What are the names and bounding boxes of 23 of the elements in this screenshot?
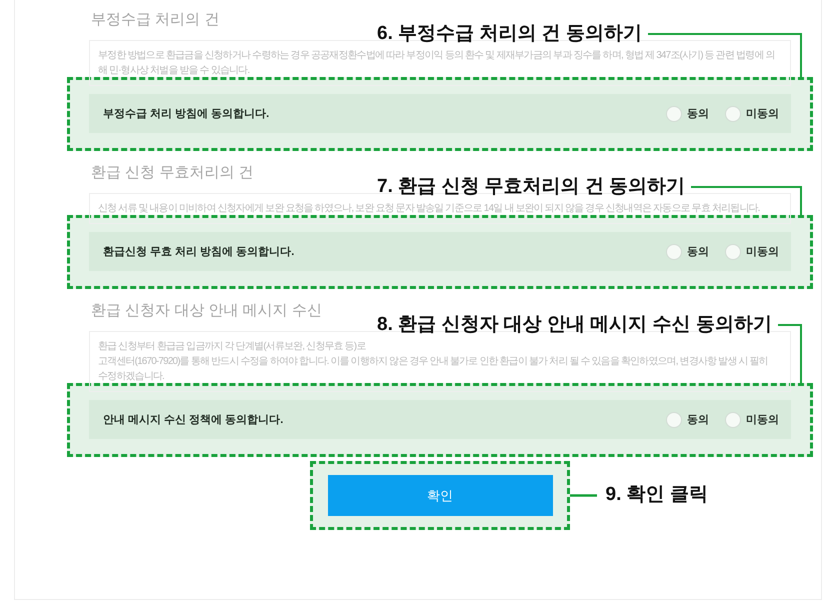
radio-option[interactable]: 동의	[666, 412, 709, 428]
radio-option[interactable]: 동의	[666, 244, 709, 260]
radio-option[interactable]: 미동의	[725, 106, 779, 122]
radio-option[interactable]: 미동의	[725, 244, 779, 260]
notice-text: 신청 서류 및 내용이 미비하여 신청자에게 보완 요청을 하였으나, 보완 요청 문자 발송일 기준으로 14일 내 보완이 되지 않을 경우 신청내역은 자동으로 무효 처리됩니다.	[98, 202, 761, 216]
notice-text: 환급 신청부터 환급금 입금까지 각 단계별(서류보완, 신청무효 등)로	[98, 340, 367, 354]
radio-option[interactable]: 동의	[666, 106, 709, 122]
notice-text: 해 민·형사상 처벌을 받을 수 있습니다.	[98, 64, 250, 78]
notice-text: 부정한 방법으로 환급금을 신청하거나 수령하는 경우 공공재정환수법에 따라 부정이익 등의 환수 및 제재부가금의 부과 징수를 하며, 형법 제 347조(사기) 등 관련 법령에 의	[98, 49, 776, 63]
agreement-text: 환급신청 무효 처리 방침에 동의합니다.	[103, 244, 294, 260]
agreement-text: 부정수급 처리 방침에 동의합니다.	[103, 106, 270, 122]
section-title: 부정수급 처리의 건	[90, 10, 220, 30]
leader-line	[778, 324, 802, 383]
callout-label: 7. 환급 신청 무효처리의 건 동의하기	[377, 176, 686, 198]
notice-text: 수정하겠습니다.	[98, 370, 165, 384]
callout-label: 8. 환급 신청자 대상 안내 메시지 수신 동의하기	[377, 314, 772, 336]
callout-label: 9. 확인 클릭	[606, 484, 708, 506]
radio-option[interactable]: 미동의	[725, 412, 779, 428]
callout-label: 6. 부정수급 처리의 건 동의하기	[377, 23, 642, 45]
section-title: 환급 신청 무효처리의 건	[90, 163, 255, 183]
agreement-text: 안내 메시지 수신 정책에 동의합니다.	[103, 412, 284, 428]
section-title: 환급 신청자 대상 안내 메시지 수신	[90, 301, 323, 321]
notice-text: 고객센터(1670-7920)를 통해 반드시 수정을 하여야 합니다. 이를 이행하지 않은 경우 안내 불가로 인한 환급이 불가 처리 될 수 있음을 확인하였으며, 변경사항 발생 시 필히	[98, 355, 769, 369]
